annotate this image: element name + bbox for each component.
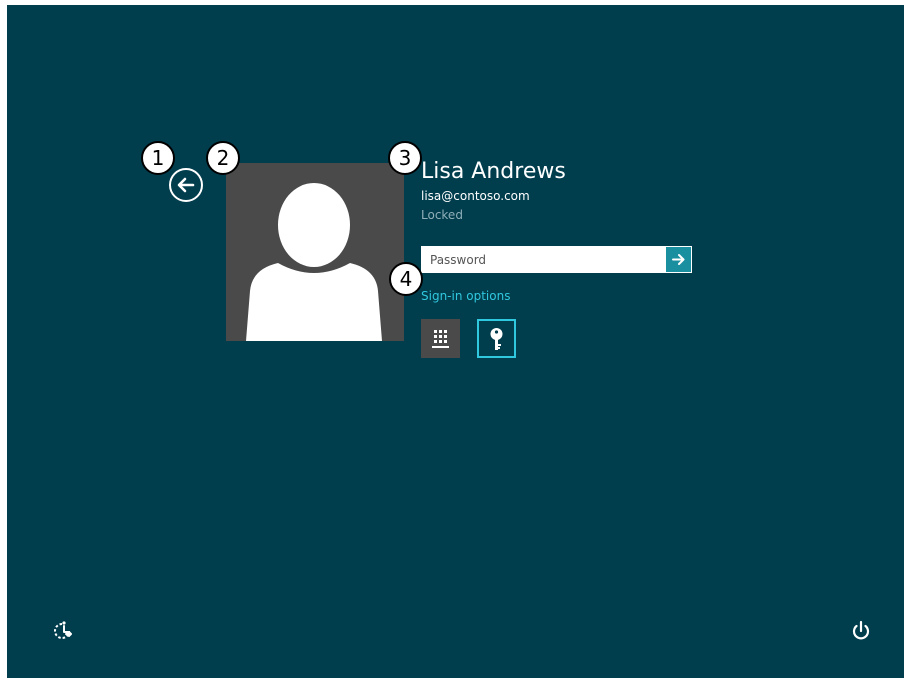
lock-screen: Lisa Andrews lisa@contoso.com Locked Sig… xyxy=(7,5,904,678)
user-email: lisa@contoso.com xyxy=(421,189,530,203)
user-name: Lisa Andrews xyxy=(421,159,566,184)
callout-4: 4 xyxy=(389,262,423,296)
ease-of-access-icon xyxy=(54,621,72,639)
back-arrow-icon xyxy=(177,177,195,193)
ease-of-access-button[interactable] xyxy=(52,619,76,643)
keypad-icon xyxy=(432,330,449,348)
user-silhouette-icon xyxy=(246,183,382,341)
callout-3: 3 xyxy=(388,141,422,175)
pin-option-button[interactable] xyxy=(421,319,460,358)
user-status: Locked xyxy=(421,208,463,222)
key-icon xyxy=(490,328,503,350)
power-button[interactable] xyxy=(849,619,873,643)
password-input[interactable] xyxy=(422,247,665,272)
password-option-button[interactable] xyxy=(477,319,516,358)
submit-button[interactable] xyxy=(665,246,692,273)
callout-2: 2 xyxy=(206,141,240,175)
back-button[interactable] xyxy=(169,168,203,202)
user-avatar xyxy=(226,163,404,341)
password-field[interactable] xyxy=(421,246,666,273)
arrow-right-icon xyxy=(672,254,685,265)
sign-in-options-link[interactable]: Sign-in options xyxy=(421,289,510,303)
power-icon xyxy=(852,620,870,640)
callout-1: 1 xyxy=(141,141,175,175)
